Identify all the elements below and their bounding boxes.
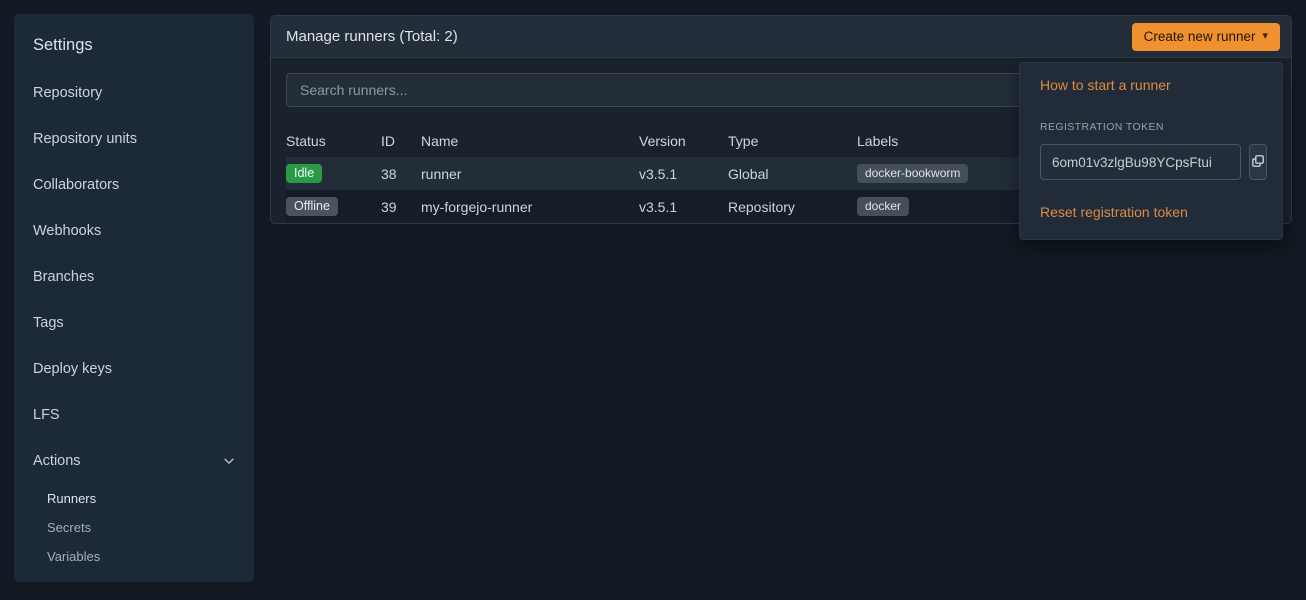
panel-header: Manage runners (Total: 2) Create new run… [271, 16, 1291, 58]
column-header-id: ID [381, 133, 421, 149]
column-header-status: Status [286, 133, 381, 149]
reset-registration-token-link[interactable]: Reset registration token [1040, 204, 1188, 220]
sidebar-subitem-runners[interactable]: Runners [14, 484, 254, 513]
registration-token-label: REGISTRATION TOKEN [1040, 121, 1262, 133]
runner-version: v3.5.1 [639, 199, 728, 215]
status-badge: Offline [286, 197, 338, 217]
column-header-type: Type [728, 133, 857, 149]
sidebar-item-lfs[interactable]: LFS [14, 392, 254, 438]
settings-sidebar: Settings Repository Repository units Col… [14, 14, 254, 582]
runner-id: 39 [381, 199, 421, 215]
runner-name: runner [421, 166, 639, 182]
copy-icon [1250, 153, 1266, 172]
runner-label-badge: docker-bookworm [857, 164, 968, 183]
registration-token-input[interactable] [1040, 144, 1241, 180]
create-runner-dropdown: How to start a runner REGISTRATION TOKEN… [1019, 62, 1283, 240]
chevron-down-icon [222, 454, 236, 468]
copy-token-button[interactable] [1249, 144, 1267, 180]
runner-version: v3.5.1 [639, 166, 728, 182]
sidebar-subitem-variables[interactable]: Variables [14, 542, 254, 571]
sidebar-item-repository[interactable]: Repository [14, 70, 254, 116]
sidebar-item-repository-units[interactable]: Repository units [14, 116, 254, 162]
column-header-name: Name [421, 133, 639, 149]
create-new-runner-button[interactable]: Create new runner ▾ [1132, 23, 1280, 51]
sidebar-item-branches[interactable]: Branches [14, 254, 254, 300]
sidebar-item-webhooks[interactable]: Webhooks [14, 208, 254, 254]
runner-type: Global [728, 166, 857, 182]
runner-id: 38 [381, 166, 421, 182]
column-header-version: Version [639, 133, 728, 149]
sidebar-title: Settings [14, 34, 254, 70]
status-badge: Idle [286, 164, 322, 184]
sidebar-item-deploy-keys[interactable]: Deploy keys [14, 346, 254, 392]
sidebar-item-collaborators[interactable]: Collaborators [14, 162, 254, 208]
runner-label-badge: docker [857, 197, 909, 216]
caret-down-icon: ▾ [1262, 31, 1268, 42]
runner-name: my-forgejo-runner [421, 199, 639, 215]
how-to-start-runner-link[interactable]: How to start a runner [1040, 77, 1171, 93]
sidebar-item-actions[interactable]: Actions [14, 438, 254, 484]
sidebar-subitem-secrets[interactable]: Secrets [14, 513, 254, 542]
page-title: Manage runners (Total: 2) [286, 28, 458, 45]
runner-type: Repository [728, 199, 857, 215]
sidebar-item-tags[interactable]: Tags [14, 300, 254, 346]
